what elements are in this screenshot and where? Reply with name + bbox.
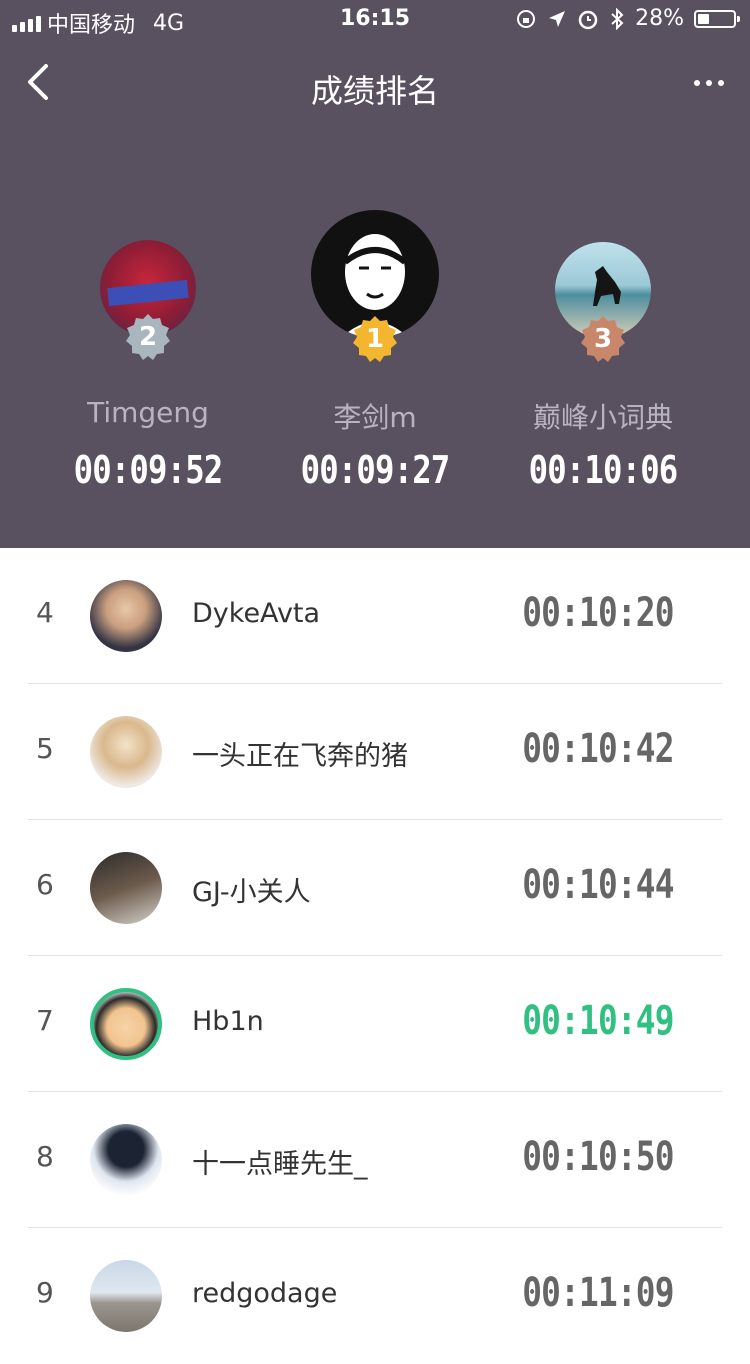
medal-second-icon: 2 [124,312,172,362]
user-avatar [90,852,162,924]
medal-second-number: 2 [138,322,158,352]
more-options-button[interactable] [694,80,724,86]
bluetooth-icon [611,7,624,30]
list-item[interactable]: 8 十一点睡先生_ 00:10:50 [0,1092,750,1228]
user-avatar [90,716,162,788]
rotation-lock-icon [517,9,536,28]
podium-first-time: 00:09:27 [300,448,451,492]
user-name: 十一点睡先生_ [192,1149,368,1180]
finish-time: 00:10:50 [522,1134,675,1180]
user-name: Hb1n [192,1006,264,1037]
nav-bar: 成绩排名 [0,50,750,120]
finish-time: 00:11:09 [522,1270,675,1316]
location-arrow-icon [549,10,566,27]
podium-second-time: 00:09:52 [73,448,224,492]
finish-time: 00:10:20 [522,590,675,636]
medal-third-icon: 3 [579,314,627,364]
user-name: 一头正在飞奔的猪 [192,741,408,772]
medal-first-icon: 1 [351,314,399,364]
user-name: redgodage [192,1278,338,1309]
rank-number: 9 [36,1276,54,1309]
ranking-list: 4 DykeAvta 00:10:20 5 一头正在飞奔的猪 00:10:42 … [0,548,750,1364]
leaderboard-header: 中国移动 4G 16:15 28% 成绩排名 2 Timgeng 00:09:5 [0,0,750,548]
battery-icon [694,9,740,28]
user-name: DykeAvta [192,598,321,629]
status-bar: 中国移动 4G 16:15 28% [0,0,750,40]
page-title: 成绩排名 [310,72,439,110]
list-item[interactable]: 5 一头正在飞奔的猪 00:10:42 [0,684,750,820]
finish-time: 00:10:49 [522,998,675,1044]
finish-time: 00:10:44 [522,862,675,908]
medal-first-number: 1 [365,324,385,354]
podium-third-time: 00:10:06 [528,448,679,492]
list-item-current-user[interactable]: 7 Hb1n 00:10:49 [0,956,750,1092]
user-avatar [90,1260,162,1332]
podium-first-name: 李剑m [333,401,417,434]
rank-number: 8 [36,1140,54,1173]
list-item[interactable]: 6 GJ-小关人 00:10:44 [0,820,750,956]
finish-time: 00:10:42 [522,726,675,772]
list-item[interactable]: 9 redgodage 00:11:09 [0,1228,750,1364]
battery-percent: 28% [635,6,684,31]
user-name: GJ-小关人 [192,877,311,908]
rank-number: 5 [36,732,54,765]
list-item[interactable]: 4 DykeAvta 00:10:20 [0,548,750,684]
podium-second-name: Timgeng [87,396,209,429]
rank-number: 7 [36,1004,54,1037]
user-avatar [90,988,162,1060]
rank-number: 6 [36,868,54,901]
rank-number: 4 [36,596,54,629]
podium-third-name: 巅峰小词典 [532,401,673,434]
medal-third-number: 3 [593,324,613,354]
user-avatar [90,1124,162,1196]
alarm-icon [578,10,598,29]
user-avatar [90,580,162,652]
